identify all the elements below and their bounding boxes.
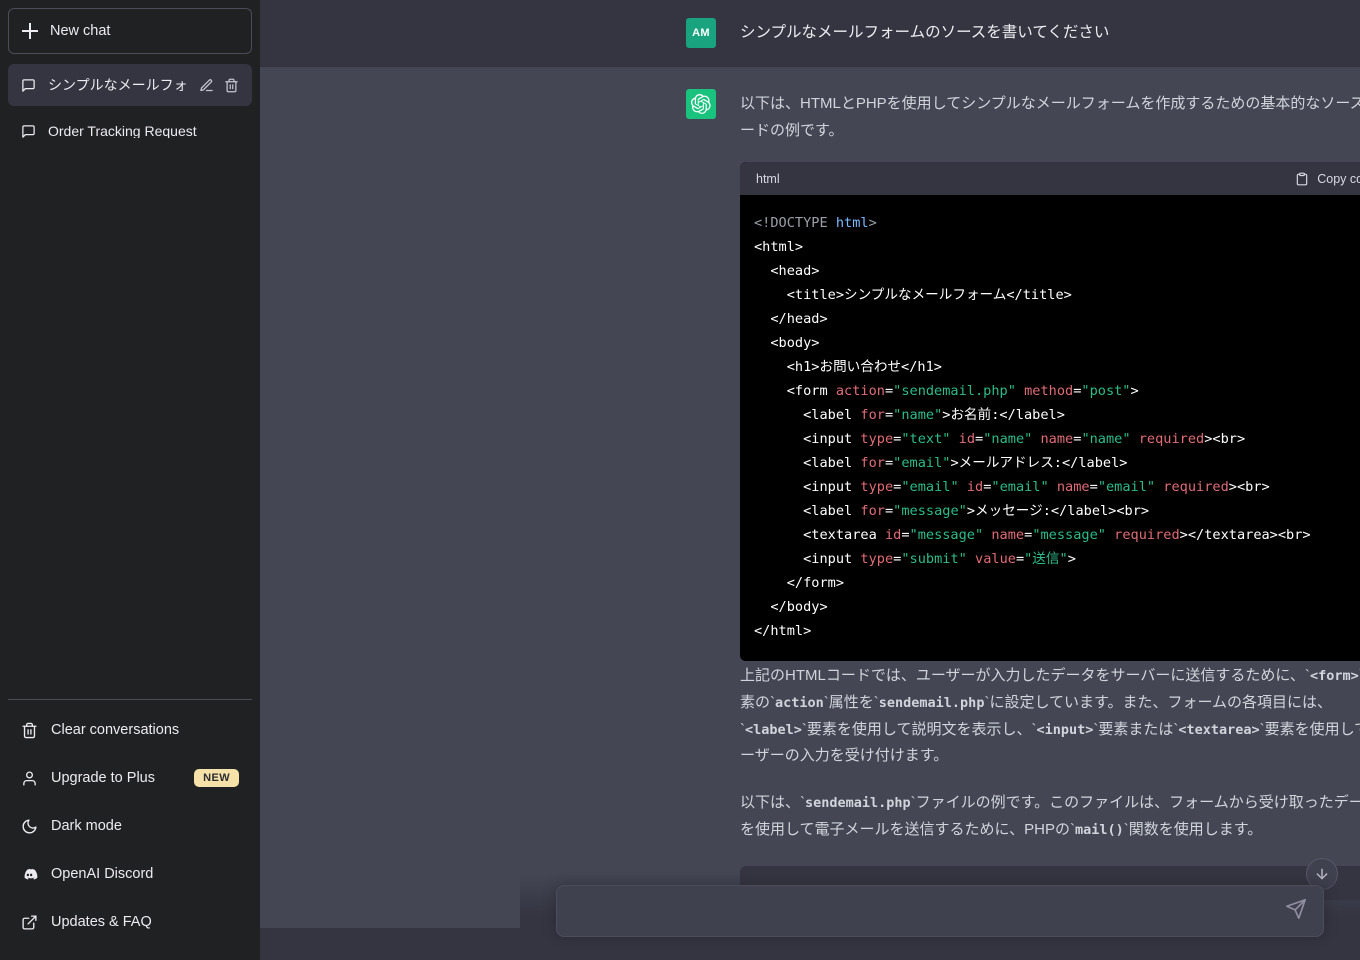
sidebar: New chat シンプルなメールフォームの xyxy=(0,0,260,960)
composer xyxy=(556,885,1324,937)
conversation-item-active[interactable]: シンプルなメールフォームの xyxy=(8,64,252,106)
sidebar-item-dark-mode[interactable]: Dark mode xyxy=(8,802,252,850)
sidebar-bottom-nav: Clear conversations Upgrade to Plus NEW xyxy=(8,699,252,952)
assistant-paragraph-2: 以下は、`sendemail.php`ファイルの例です。このファイルは、フォーム… xyxy=(740,794,1360,838)
inline-code: <label> xyxy=(745,721,802,738)
message-thread: AM シンプルなメールフォームのソースを書いてください 以下は、HTMLとPHP… xyxy=(260,0,1360,960)
user-message: AM シンプルなメールフォームのソースを書いてください xyxy=(260,0,1360,66)
inline-code: sendemail.php xyxy=(878,695,985,712)
openai-logo-icon xyxy=(691,94,711,114)
moon-icon xyxy=(21,818,38,835)
sidebar-item-clear-conversations[interactable]: Clear conversations xyxy=(8,706,252,754)
chatgpt-app: New chat シンプルなメールフォームの xyxy=(0,0,1360,960)
plus-icon xyxy=(22,23,38,39)
inline-code: action xyxy=(775,695,824,712)
edit-icon[interactable] xyxy=(199,78,214,93)
user-icon xyxy=(21,770,38,787)
inline-code: <form> xyxy=(1309,668,1359,685)
sidebar-item-label: Upgrade to Plus xyxy=(51,770,155,786)
user-message-text: シンプルなメールフォームのソースを書いてください xyxy=(740,24,1110,41)
inline-code: <input> xyxy=(1036,721,1094,738)
copy-code-button[interactable]: Copy code xyxy=(1295,172,1360,186)
new-badge: NEW xyxy=(194,769,239,787)
discord-icon xyxy=(21,866,38,883)
conversation-title: シンプルなメールフォームの xyxy=(48,78,187,92)
inline-code: <textarea> xyxy=(1178,721,1260,738)
inline-code: sendemail.php xyxy=(805,795,911,812)
new-chat-button[interactable]: New chat xyxy=(8,8,252,54)
message-input[interactable] xyxy=(573,886,1275,936)
code-block: html Copy code xyxy=(740,162,1360,662)
sidebar-item-label: Clear conversations xyxy=(51,722,180,738)
conversation-item[interactable]: Order Tracking Request xyxy=(8,110,252,152)
conversation-list: シンプルなメールフォームの xyxy=(8,64,252,152)
assistant-avatar xyxy=(686,89,716,119)
main-chat-area: AM シンプルなメールフォームのソースを書いてください 以下は、HTMLとPHP… xyxy=(260,0,1360,960)
sidebar-item-label: Dark mode xyxy=(51,818,122,834)
assistant-message-body: 以下は、HTMLとPHPを使用してシンプルなメールフォームを作成するための基本的… xyxy=(740,89,1360,900)
sidebar-item-upgrade-to-plus[interactable]: Upgrade to Plus NEW xyxy=(8,754,252,802)
send-icon xyxy=(1286,899,1306,919)
new-chat-label: New chat xyxy=(50,23,111,39)
sidebar-item-label: Updates & FAQ xyxy=(51,914,152,930)
send-button[interactable] xyxy=(1285,898,1311,924)
copy-code-label: Copy code xyxy=(1317,171,1360,186)
assistant-message: 以下は、HTMLとPHPを使用してシンプルなメールフォームを作成するための基本的… xyxy=(260,66,1360,928)
external-link-icon xyxy=(21,914,38,931)
trash-icon[interactable] xyxy=(224,78,239,93)
code-language-label: html xyxy=(756,171,780,186)
composer-area xyxy=(520,874,1360,960)
trash-icon xyxy=(21,722,38,739)
inline-code: mail() xyxy=(1074,821,1124,838)
assistant-intro-paragraph: 以下は、HTMLとPHPを使用してシンプルなメールフォームを作成するための基本的… xyxy=(740,95,1360,139)
user-avatar: AM xyxy=(686,18,716,48)
clipboard-icon xyxy=(1295,172,1309,186)
chat-bubble-icon xyxy=(21,78,36,93)
code-block-header: html Copy code xyxy=(740,162,1360,196)
code-block-content: <!DOCTYPE html> <html> <head> <title>シンプ… xyxy=(740,195,1360,662)
sidebar-item-label: OpenAI Discord xyxy=(51,866,154,882)
assistant-paragraph-1: 上記のHTMLコードでは、ユーザーが入力したデータをサーバーに送信するために、`… xyxy=(740,667,1360,765)
conversation-actions xyxy=(199,78,239,93)
sidebar-item-openai-discord[interactable]: OpenAI Discord xyxy=(8,850,252,898)
sidebar-item-updates-faq[interactable]: Updates & FAQ xyxy=(8,898,252,946)
conversation-title: Order Tracking Request xyxy=(48,124,197,138)
chat-bubble-icon xyxy=(21,124,36,139)
